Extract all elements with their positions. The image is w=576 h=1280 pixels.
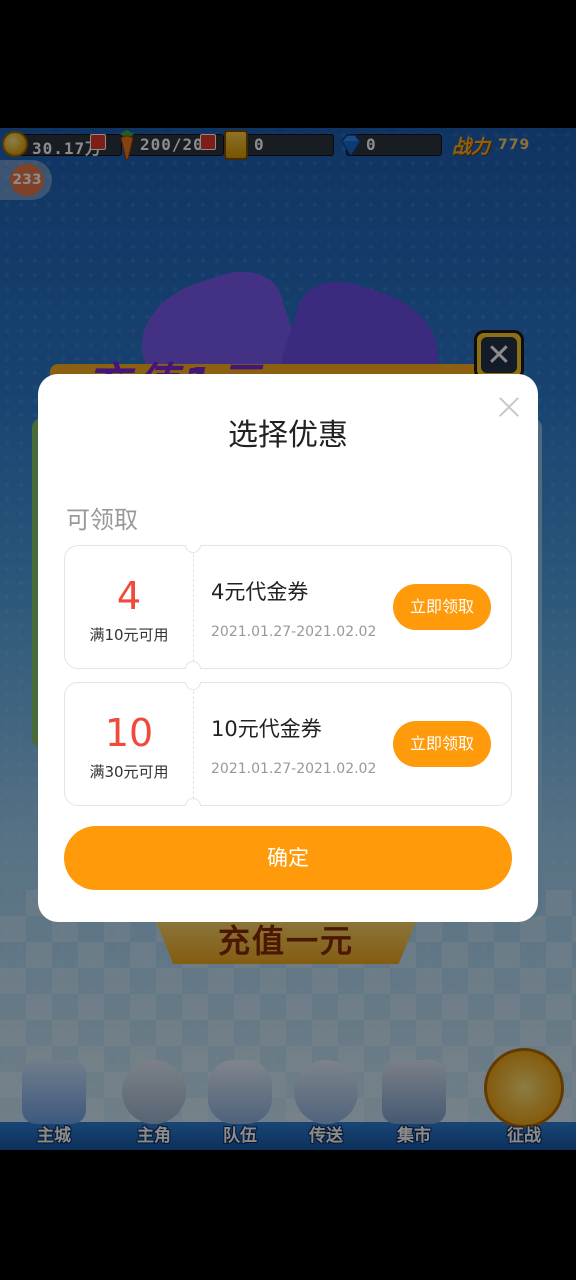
coupon-amount: 4	[116, 574, 142, 618]
coupon-value-area: 10 满30元可用	[65, 683, 193, 805]
dialog-title: 选择优惠	[228, 418, 348, 453]
coupon-amount: 10	[104, 711, 154, 755]
coupon-card: 10 满30元可用 10元代金券 2021.01.27-2021.02.02 立…	[64, 682, 512, 806]
coupon-date-range: 2021.01.27-2021.02.02	[211, 761, 377, 777]
coupon-dialog: 选择优惠 可领取 4 满10元可用 4元代金券 2021.01.27-2021.…	[38, 374, 538, 922]
dashed-divider	[193, 691, 194, 799]
dashed-divider	[193, 554, 194, 662]
coupon-date-range: 2021.01.27-2021.02.02	[211, 624, 377, 640]
coupon-condition: 满10元可用	[89, 626, 169, 644]
coupon-name: 4元代金券	[211, 580, 309, 604]
claim-button[interactable]: 立即领取	[393, 721, 491, 767]
confirm-button[interactable]: 确定	[64, 826, 512, 890]
coupon-name: 10元代金券	[211, 717, 322, 741]
claim-button[interactable]: 立即领取	[393, 584, 491, 630]
coupon-value-area: 4 满10元可用	[65, 546, 193, 668]
coupon-condition: 满30元可用	[89, 763, 169, 781]
section-label: 可领取	[66, 506, 138, 534]
gesture-bar	[68, 1274, 508, 1280]
coupon-card: 4 满10元可用 4元代金券 2021.01.27-2021.02.02 立即领…	[64, 545, 512, 669]
